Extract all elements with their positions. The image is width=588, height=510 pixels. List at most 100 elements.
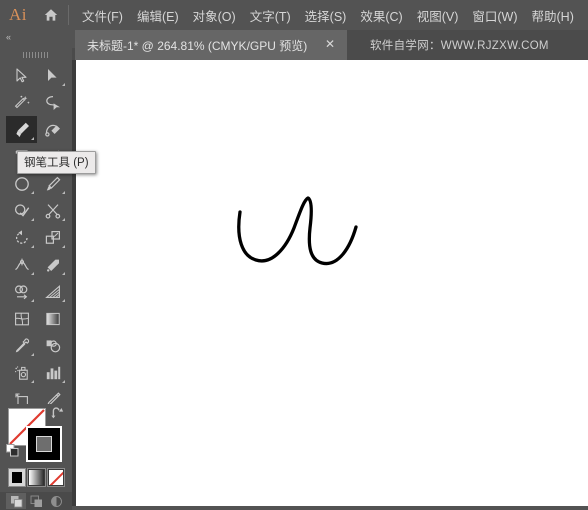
flyout-indicator	[62, 299, 65, 302]
stroke-swatch-inner	[36, 436, 52, 452]
paintbrush-icon	[46, 176, 60, 190]
collapse-panel-icon[interactable]: «	[6, 33, 11, 42]
tool-row	[6, 305, 68, 332]
perspective-grid-icon	[44, 284, 60, 298]
flyout-indicator	[62, 380, 65, 383]
width-icon	[14, 258, 29, 270]
gradient-swatch	[29, 470, 44, 485]
ellipse-tool[interactable]	[6, 170, 37, 197]
close-icon[interactable]: ✕	[324, 38, 336, 50]
mesh-icon	[14, 312, 29, 325]
mesh-tool[interactable]	[6, 305, 37, 332]
curvature-tool[interactable]	[37, 116, 68, 143]
free-transform-icon	[46, 259, 59, 272]
tool-row	[6, 224, 68, 251]
scale-icon	[45, 230, 60, 244]
toolbar-drag-handle[interactable]	[0, 48, 72, 62]
symbol-sprayer-icon	[14, 365, 28, 380]
flyout-indicator	[62, 218, 65, 221]
blend-tool[interactable]	[37, 332, 68, 359]
width-tool[interactable]	[6, 251, 37, 278]
panel-collapse-area[interactable]	[0, 30, 75, 48]
tool-row	[6, 116, 68, 143]
solid-color-swatch	[12, 472, 23, 483]
draw-behind-mode[interactable]	[26, 493, 46, 509]
flyout-indicator	[31, 299, 34, 302]
free-transform-tool[interactable]	[37, 251, 68, 278]
tool-grid	[6, 62, 68, 440]
flyout-indicator	[31, 380, 34, 383]
tool-row	[6, 89, 68, 116]
grip-dots	[23, 52, 49, 58]
flyout-indicator	[31, 191, 34, 194]
rotate-tool[interactable]	[6, 224, 37, 251]
tool-row	[6, 62, 68, 89]
default-fill-stroke-icon[interactable]	[6, 444, 19, 457]
scissors-icon	[45, 203, 60, 219]
draw-normal-mode[interactable]	[6, 493, 26, 509]
selection-arrow-icon	[16, 68, 27, 83]
stroke-color-swatch[interactable]	[26, 426, 62, 462]
color-mode-none[interactable]	[46, 468, 65, 487]
menu-object[interactable]: 对象(O)	[186, 2, 243, 29]
shape-builder-tool[interactable]	[6, 278, 37, 305]
none-slash-glyph	[49, 471, 63, 485]
scissors-tool[interactable]	[37, 197, 68, 224]
draw-inside-mode[interactable]	[46, 493, 66, 509]
shaper-tool[interactable]	[6, 197, 37, 224]
flyout-indicator	[31, 218, 34, 221]
shape-builder-icon	[14, 284, 27, 299]
tool-row	[6, 278, 68, 305]
color-mode-gradient[interactable]	[27, 468, 46, 487]
gradient-tool[interactable]	[37, 305, 68, 332]
menu-type[interactable]: 文字(T)	[243, 2, 298, 29]
pen-tool-icon	[15, 122, 29, 137]
pen-tool-wave-path[interactable]	[76, 60, 588, 506]
column-graph-tool[interactable]	[37, 359, 68, 386]
menu-select[interactable]: 选择(S)	[298, 2, 354, 29]
flyout-indicator	[31, 245, 34, 248]
document-tab[interactable]: 未标题-1* @ 264.81% (CMYK/GPU 预览) ✕	[75, 30, 347, 60]
menu-help[interactable]: 帮助(H)	[525, 2, 581, 29]
color-controls	[0, 404, 72, 510]
flyout-indicator	[62, 83, 65, 86]
paint-mode-row	[8, 468, 66, 487]
menu-file[interactable]: 文件(F)	[75, 2, 130, 29]
menu-edit[interactable]: 编辑(E)	[130, 2, 186, 29]
symbol-sprayer-tool[interactable]	[6, 359, 37, 386]
default-colors-glyph	[6, 444, 19, 457]
document-tab-title: 未标题-1* @ 264.81% (CMYK/GPU 预览)	[87, 38, 308, 53]
swap-fill-stroke-icon[interactable]	[50, 406, 64, 420]
tool-row	[6, 170, 68, 197]
lasso-tool[interactable]	[37, 89, 68, 116]
perspective-grid-tool[interactable]	[37, 278, 68, 305]
flyout-indicator	[31, 353, 34, 356]
home-button[interactable]	[36, 0, 66, 30]
direct-selection-tool[interactable]	[37, 62, 68, 89]
gradient-icon	[45, 312, 60, 325]
menu-view[interactable]: 视图(V)	[410, 2, 466, 29]
menu-effect[interactable]: 效果(C)	[353, 2, 409, 29]
swap-arrow-glyph	[51, 407, 64, 419]
scale-tool[interactable]	[37, 224, 68, 251]
curvature-pen-icon	[44, 124, 60, 137]
tool-tooltip: 钢笔工具 (P)	[17, 151, 96, 174]
menu-window[interactable]: 窗口(W)	[465, 2, 524, 29]
rotate-icon	[15, 229, 28, 244]
magic-wand-icon	[14, 95, 30, 108]
eyedropper-tool[interactable]	[6, 332, 37, 359]
selection-tool[interactable]	[6, 62, 37, 89]
magic-wand-tool[interactable]	[6, 89, 37, 116]
pen-tool[interactable]	[6, 116, 37, 143]
wave-stroke	[237, 196, 358, 266]
watermark-text: 软件自学网：WWW.RJZXW.COM	[370, 40, 549, 52]
color-mode-solid[interactable]	[8, 468, 27, 487]
direct-selection-arrow-icon	[48, 69, 57, 81]
tool-row	[6, 332, 68, 359]
flyout-indicator	[62, 245, 65, 248]
paintbrush-tool[interactable]	[37, 170, 68, 197]
flyout-indicator	[31, 137, 34, 140]
draw-mode-row	[0, 492, 72, 510]
artboard-canvas[interactable]	[76, 60, 588, 506]
home-icon	[44, 9, 58, 21]
